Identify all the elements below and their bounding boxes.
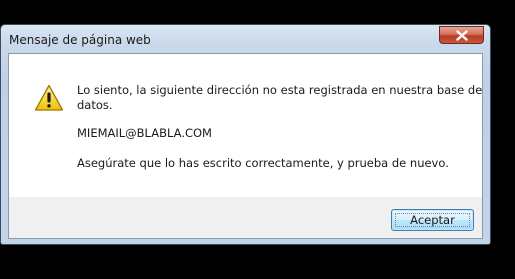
message-area: Lo siento, la siguiente dirección no est… — [9, 54, 482, 197]
error-message: Lo siento, la siguiente dirección no est… — [77, 83, 482, 113]
close-icon — [456, 30, 468, 41]
warning-icon — [34, 84, 64, 111]
message-dialog: Mensaje de página web Lo siento, la sigu… — [0, 24, 491, 245]
email-text: MIEMAIL@BLABLA.COM — [77, 126, 212, 140]
title-bar[interactable]: Mensaje de página web — [1, 25, 490, 53]
hint-text: Asegúrate que lo has escrito correctamen… — [77, 156, 449, 170]
dialog-title: Mensaje de página web — [9, 33, 151, 47]
accept-button-label: Aceptar — [410, 213, 455, 227]
message-line-1: Lo siento, la siguiente dirección no est… — [77, 83, 483, 97]
message-line-2: datos. — [77, 98, 113, 112]
close-button[interactable] — [439, 26, 484, 44]
button-bar: Aceptar — [9, 197, 482, 238]
dialog-body: Lo siento, la siguiente dirección no est… — [8, 53, 483, 239]
accept-button[interactable]: Aceptar — [391, 209, 474, 231]
